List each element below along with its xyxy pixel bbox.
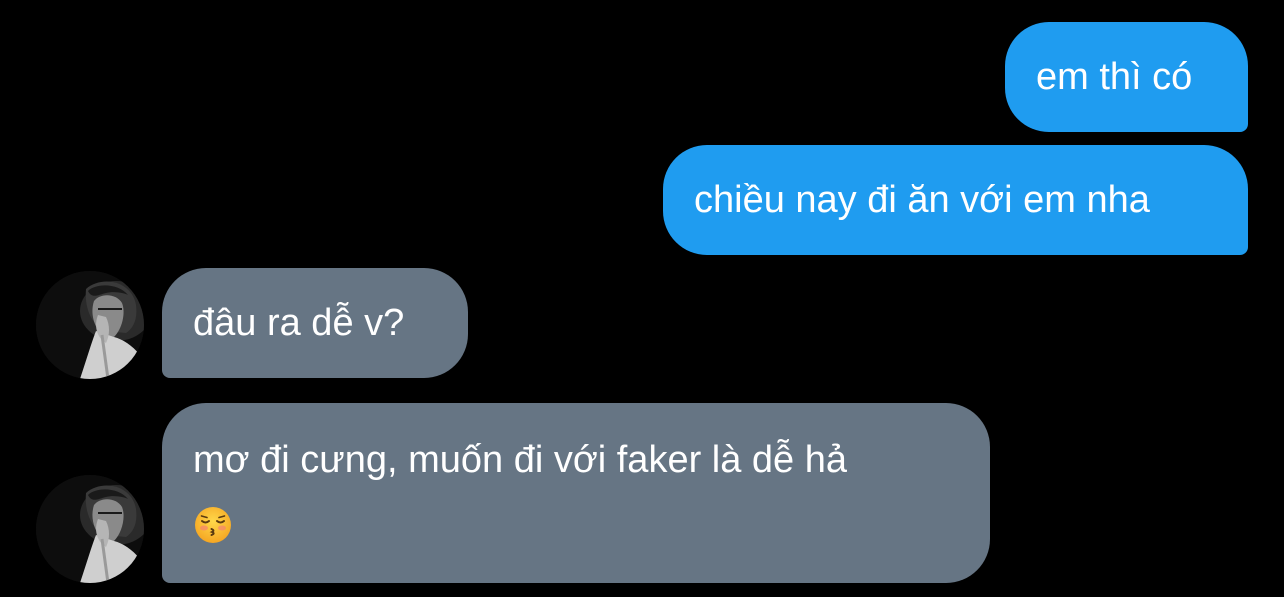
avatar-photo-icon [36, 271, 144, 379]
emoji-line [193, 491, 959, 553]
message-text: đâu ra dễ v? [193, 302, 405, 344]
message-bubble-incoming[interactable]: đâu ra dễ v? [162, 268, 468, 378]
avatar[interactable] [36, 475, 144, 583]
message-bubble-outgoing[interactable]: em thì có [1005, 22, 1248, 132]
avatar-photo-icon [36, 475, 144, 583]
message-text: mơ đi cưng, muốn đi với faker là dễ hả [193, 439, 848, 481]
kissing-face-with-closed-eyes-icon [195, 506, 231, 543]
message-text: em thì có [1036, 56, 1193, 98]
message-bubble-incoming[interactable]: mơ đi cưng, muốn đi với faker là dễ hả [162, 403, 990, 583]
avatar[interactable] [36, 271, 144, 379]
message-bubble-outgoing[interactable]: chiều nay đi ăn với em nha [663, 145, 1248, 255]
message-text: chiều nay đi ăn với em nha [694, 179, 1150, 221]
